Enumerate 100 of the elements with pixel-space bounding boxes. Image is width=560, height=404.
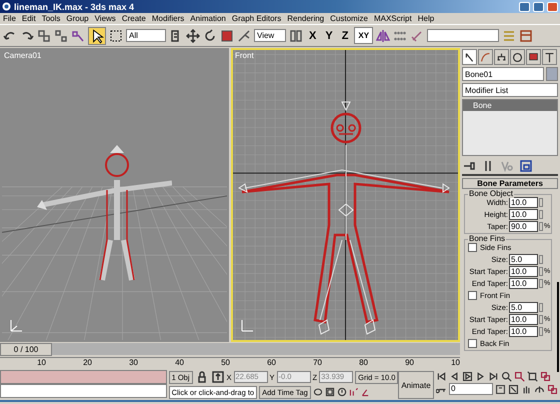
number-field[interactable]: 10.0	[509, 314, 538, 325]
zoom-extents-icon[interactable]	[527, 371, 538, 382]
frame-number: 10	[450, 358, 460, 369]
checkbox[interactable]	[468, 339, 477, 348]
configure-icon[interactable]	[519, 159, 533, 173]
go-to-start-icon[interactable]	[436, 371, 447, 382]
selection-lock-icon[interactable]	[312, 387, 323, 397]
number-field[interactable]: 10.0	[509, 266, 538, 277]
rectangle-selection-icon[interactable]	[109, 28, 123, 42]
command-panel-tab[interactable]	[494, 49, 509, 65]
menu-item[interactable]: Graph Editors	[232, 14, 282, 23]
window-title: lineman_IK.max - 3ds max 4	[14, 2, 136, 12]
arc-rotate-icon[interactable]	[534, 384, 545, 394]
next-frame-icon[interactable]	[475, 371, 486, 382]
track-view-icon[interactable]	[519, 28, 534, 42]
group-title: Bone Fins	[468, 234, 506, 243]
arrow-cursor-icon[interactable]	[88, 26, 106, 44]
menu-item[interactable]: Edit	[22, 14, 36, 23]
zoom-all-icon[interactable]	[514, 371, 525, 382]
curve-icon	[480, 52, 491, 62]
mirror-icon[interactable]	[376, 28, 390, 42]
animate-button[interactable]: Animate	[398, 371, 434, 399]
close-button[interactable]	[547, 2, 558, 12]
angle-snap-icon[interactable]	[360, 387, 371, 397]
maxscript-output-field[interactable]	[0, 384, 167, 398]
menu-item[interactable]: Customize	[330, 14, 368, 23]
number-field[interactable]: 10.0	[509, 326, 538, 337]
menu-item[interactable]: Help	[418, 14, 434, 23]
command-panel-tab[interactable]	[462, 49, 477, 65]
reference-coordinate-dropdown[interactable]: View	[254, 29, 286, 42]
menu-item[interactable]: Group	[66, 14, 89, 23]
degradation-icon[interactable]	[336, 387, 347, 397]
maxscript-listener-field[interactable]	[0, 370, 167, 384]
number-field[interactable]: 10.0	[509, 197, 538, 208]
menu-item[interactable]: MAXScript	[374, 14, 412, 23]
named-selection-dropdown[interactable]	[427, 29, 500, 42]
time-config-icon[interactable]	[495, 384, 506, 394]
command-panel-tab[interactable]	[542, 49, 557, 65]
menu-item[interactable]: Rendering	[287, 14, 324, 23]
frame-number: 70	[312, 358, 322, 369]
command-panel-tab[interactable]	[510, 49, 525, 65]
number-field[interactable]: 10.0	[509, 209, 538, 220]
previous-frame-icon[interactable]	[449, 371, 460, 382]
play-icon[interactable]	[462, 371, 473, 382]
number-field[interactable]: 10.0	[509, 278, 538, 289]
crossing-icon[interactable]	[324, 387, 335, 397]
number-field[interactable]: 90.0	[509, 221, 538, 232]
zoom-extents-all-icon[interactable]	[540, 371, 551, 382]
command-panel-tab[interactable]	[526, 49, 541, 65]
menu-item[interactable]: Modifiers	[152, 14, 184, 23]
axis-constraint-button[interactable]: X	[306, 27, 320, 44]
axis-tripod-icon	[8, 318, 24, 334]
menu-item[interactable]: Views	[94, 14, 116, 23]
group-title: Bone Object	[468, 189, 514, 198]
arrow-cursor-icon	[464, 52, 475, 62]
scale-icon[interactable]	[220, 28, 234, 42]
selection-filter-dropdown[interactable]: All	[126, 29, 166, 42]
modifier-stack-item[interactable]: Bone	[463, 100, 557, 111]
viewport-label: Front	[235, 51, 254, 60]
unlink-icon[interactable]	[54, 28, 68, 42]
menu-item[interactable]: Tools	[42, 14, 60, 23]
modifier-list-dropdown[interactable]: Modifier List	[462, 83, 558, 97]
menu-item[interactable]: File	[3, 14, 16, 23]
object-color-swatch[interactable]	[546, 67, 558, 81]
pivot-icon[interactable]	[289, 28, 303, 42]
frame-number: 90	[404, 358, 414, 369]
frame-number: 40	[174, 358, 184, 369]
restore-button[interactable]	[533, 2, 544, 12]
align-icon[interactable]	[410, 28, 424, 42]
menu-item[interactable]: Create	[122, 14, 146, 23]
object-name-field[interactable]: Bone01	[462, 67, 544, 81]
link-icon[interactable]	[37, 28, 51, 42]
bind-icon[interactable]	[71, 28, 85, 42]
array-icon[interactable]	[393, 28, 408, 42]
absolute-mode-icon[interactable]	[210, 370, 225, 384]
time-slider-thumb[interactable]: 0 / 100	[0, 343, 52, 356]
panel-scrollbar[interactable]	[557, 282, 559, 372]
menu-item[interactable]: Animation	[190, 14, 226, 23]
maximize-viewport-icon[interactable]	[547, 384, 558, 394]
time-slider[interactable]: 0 / 100	[0, 343, 460, 355]
current-frame-field[interactable]: 0	[449, 383, 493, 395]
pan-hand-icon[interactable]	[521, 384, 532, 394]
number-field[interactable]: 5.0	[509, 254, 538, 265]
go-to-end-icon[interactable]	[488, 371, 499, 382]
axis-constraint-button[interactable]: XY	[354, 27, 374, 44]
axis-constraint-button[interactable]: Y	[322, 27, 336, 44]
move-icon[interactable]	[186, 28, 200, 42]
rollout-header[interactable]: Bone Parameters	[462, 178, 558, 189]
number-field[interactable]: 5.0	[509, 302, 538, 313]
circle-icon	[512, 52, 523, 62]
checkbox[interactable]	[468, 291, 477, 300]
bone-tool-icon[interactable]	[237, 28, 251, 42]
frame-number: 60	[266, 358, 276, 369]
axis-constraint-button[interactable]: Z	[338, 27, 352, 44]
zoom-icon[interactable]	[501, 371, 512, 382]
rotate-icon[interactable]	[203, 28, 217, 42]
checkbox[interactable]	[468, 243, 477, 252]
region-zoom-icon[interactable]	[508, 384, 519, 394]
snap-icon[interactable]	[348, 387, 359, 397]
minimize-button[interactable]	[519, 2, 530, 12]
